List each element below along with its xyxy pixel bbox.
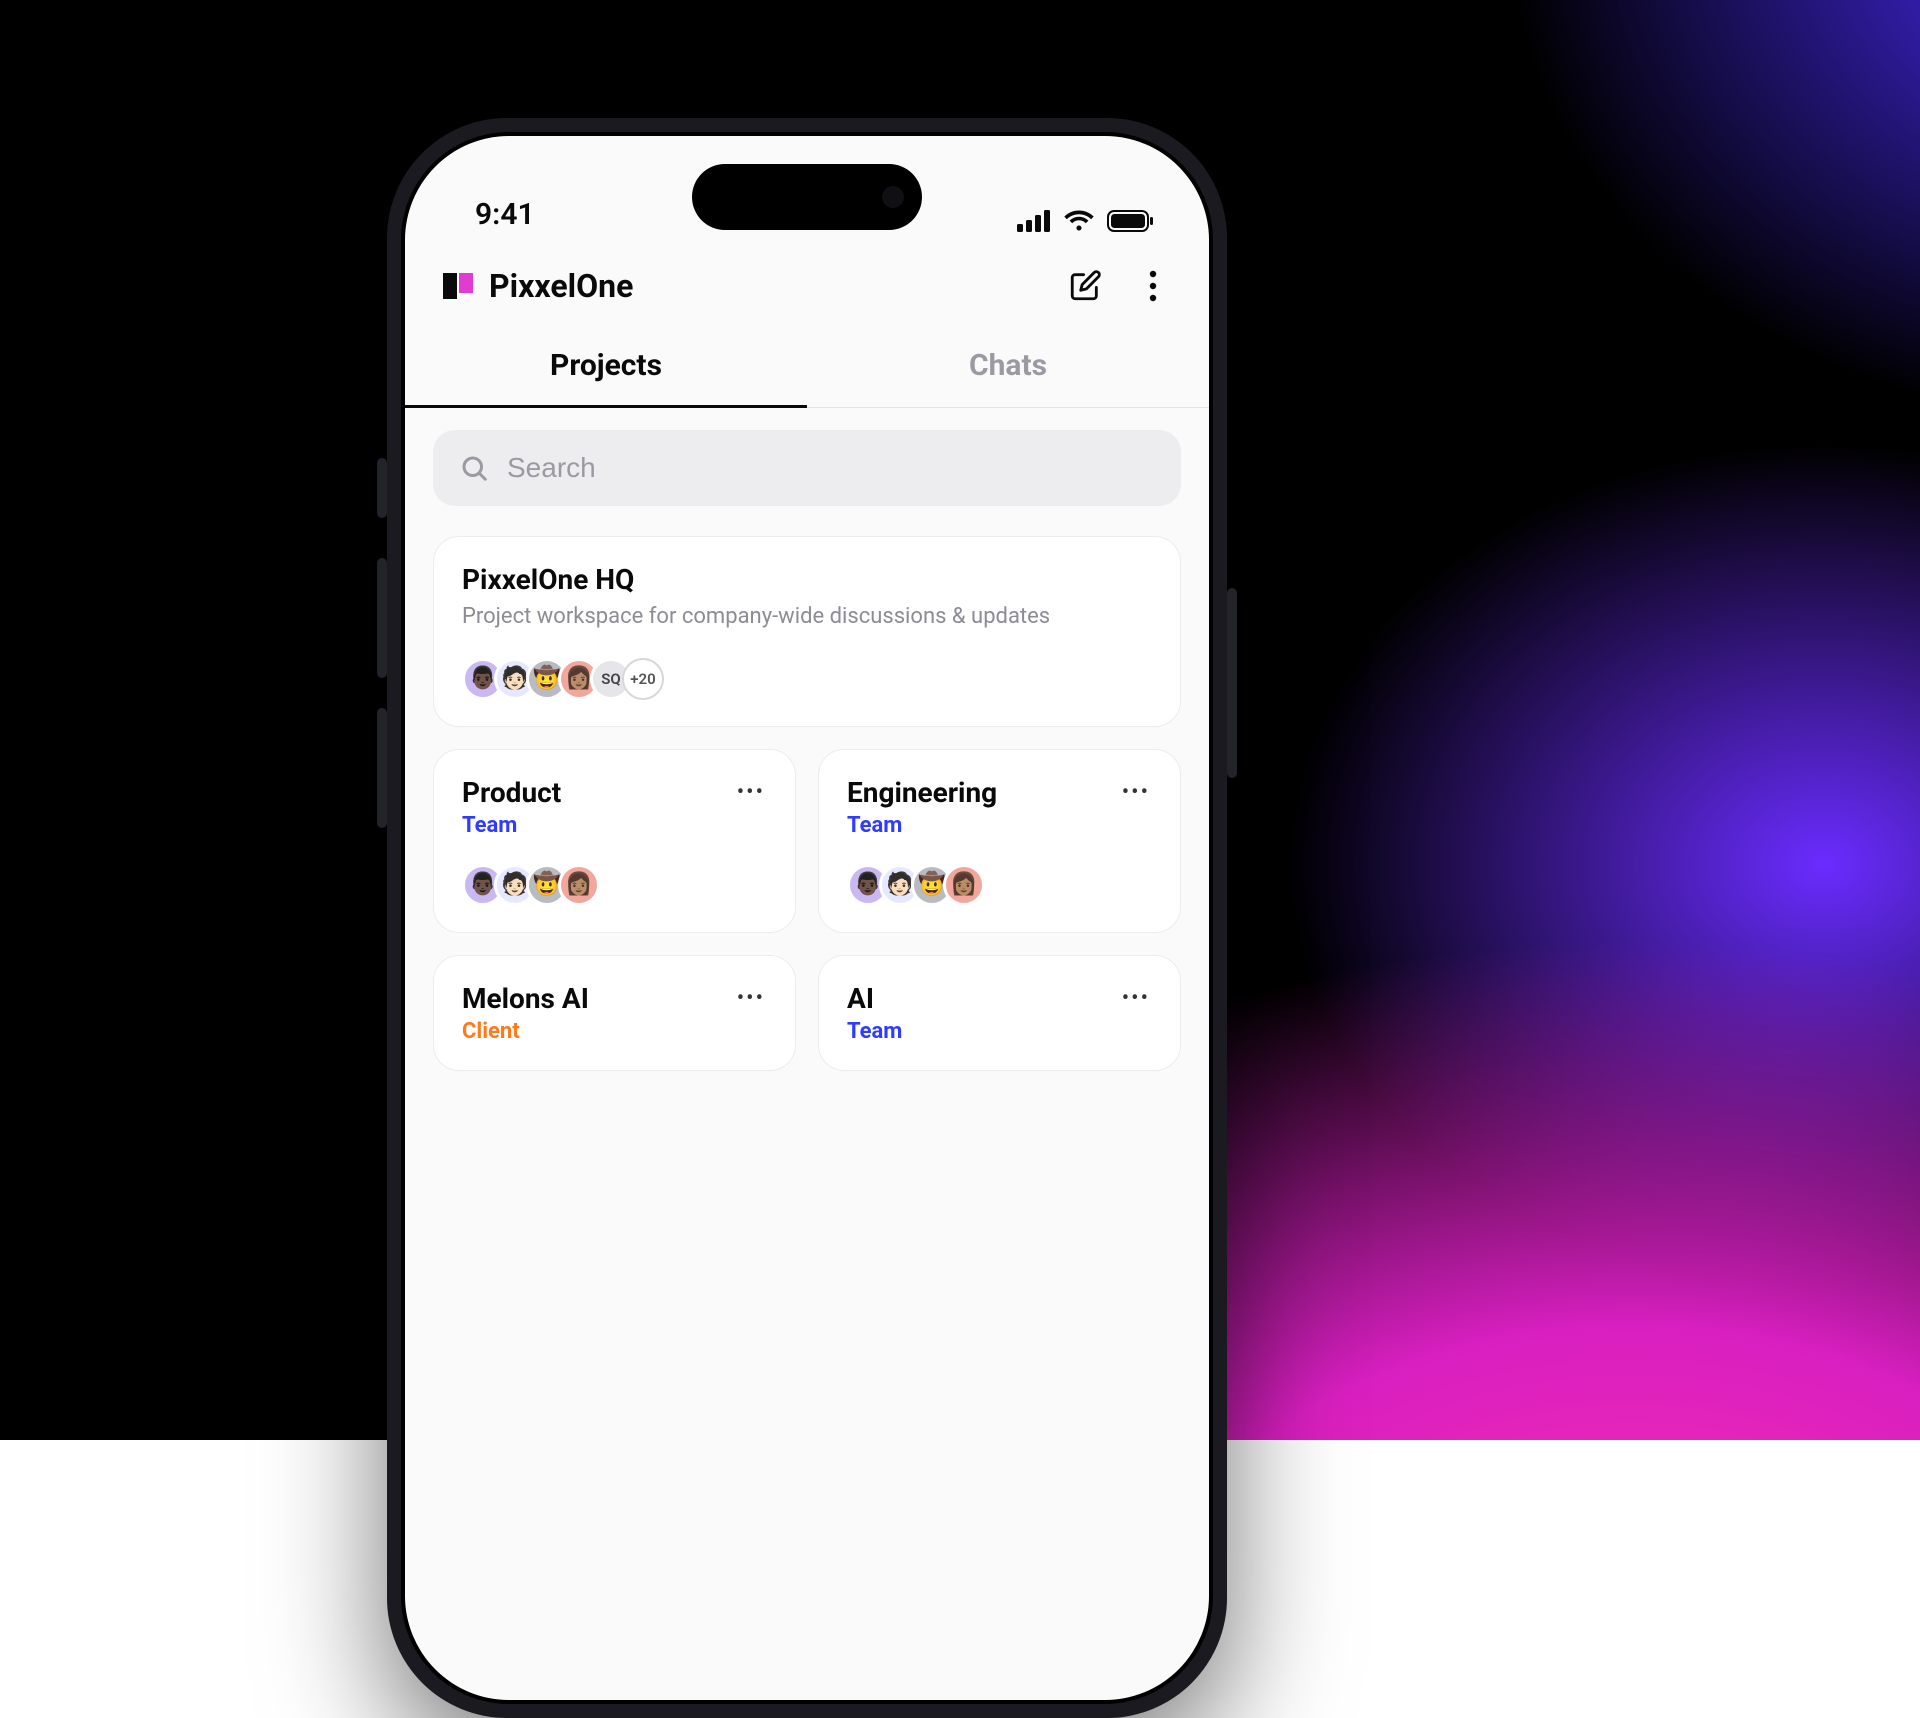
compose-icon [1068, 269, 1102, 303]
phone-volume-down [377, 708, 387, 828]
avatar: 👩🏽 [558, 864, 600, 906]
project-card[interactable]: Engineering Team ••• 👨🏿 🧑🏻 🤠 👩🏽 [818, 749, 1181, 933]
search-icon [459, 453, 489, 483]
avatar-overflow-count: +20 [622, 658, 664, 700]
battery-icon [1107, 210, 1153, 232]
project-subtitle: Project workspace for company-wide discu… [462, 602, 1152, 632]
project-title: Engineering [847, 776, 997, 809]
card-more-button[interactable]: ••• [735, 982, 767, 1015]
phone-side-button [377, 458, 387, 518]
project-tag: Team [847, 1019, 902, 1044]
member-avatars: 👨🏿 🧑🏻 🤠 👩🏽 SQ +20 [462, 658, 1152, 700]
project-title: Melons AI [462, 982, 589, 1015]
project-title: AI [847, 982, 902, 1015]
search-input[interactable] [507, 452, 1155, 484]
project-card[interactable]: AI Team ••• [818, 955, 1181, 1071]
tab-projects[interactable]: Projects [405, 330, 807, 408]
phone-volume-up [377, 558, 387, 678]
project-card-featured[interactable]: PixxelOne HQ Project workspace for compa… [433, 536, 1181, 727]
avatar: 👩🏽 [943, 864, 985, 906]
project-card[interactable]: Product Team ••• 👨🏿 🧑🏻 🤠 👩🏽 [433, 749, 796, 933]
more-vertical-icon [1149, 270, 1157, 302]
phone-screen: 9:41 PixxelOne [405, 136, 1209, 1700]
tab-chats[interactable]: Chats [807, 330, 1209, 407]
overflow-menu-button[interactable] [1133, 266, 1173, 306]
dynamic-island [692, 164, 922, 230]
project-tag: Team [462, 813, 561, 838]
brand-logo-icon [441, 269, 475, 303]
main-tabs: Projects Chats [405, 330, 1209, 408]
project-card[interactable]: Melons AI Client ••• [433, 955, 796, 1071]
wifi-icon [1063, 210, 1095, 232]
app-header: PixxelOne [405, 246, 1209, 330]
card-more-button[interactable]: ••• [1120, 982, 1152, 1015]
phone-power-button [1227, 588, 1237, 778]
card-more-button[interactable]: ••• [1120, 776, 1152, 809]
status-time: 9:41 [475, 197, 535, 232]
phone-frame: 9:41 PixxelOne [387, 118, 1227, 1718]
project-title: PixxelOne HQ [462, 563, 1152, 596]
search-bar[interactable] [433, 430, 1181, 506]
project-title: Product [462, 776, 561, 809]
member-avatars: 👨🏿 🧑🏻 🤠 👩🏽 [847, 864, 1152, 906]
member-avatars: 👨🏿 🧑🏻 🤠 👩🏽 [462, 864, 767, 906]
compose-button[interactable] [1065, 266, 1105, 306]
brand-name: PixxelOne [489, 267, 633, 305]
card-more-button[interactable]: ••• [735, 776, 767, 809]
project-tag: Client [462, 1019, 589, 1044]
cellular-icon [1017, 210, 1051, 232]
project-tag: Team [847, 813, 997, 838]
